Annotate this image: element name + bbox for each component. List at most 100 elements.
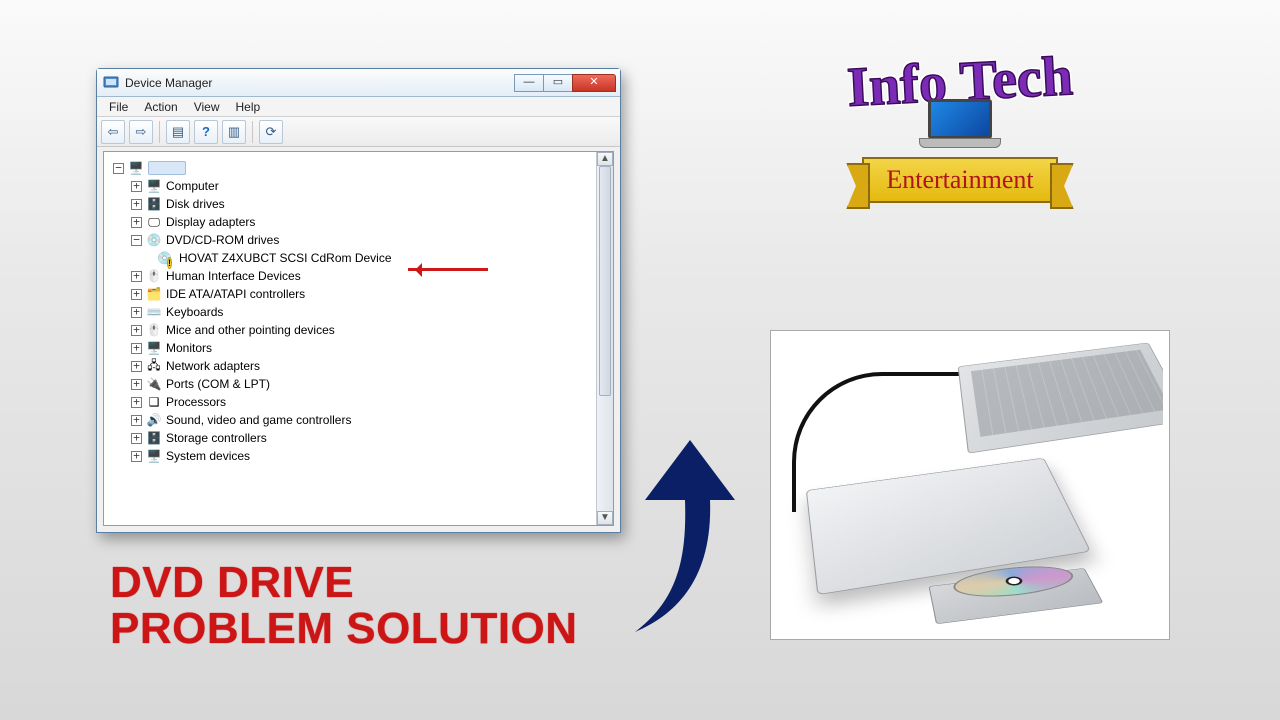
titlebar[interactable]: Device Manager — ▭ ✕ (97, 69, 620, 97)
scan-hardware-button[interactable]: ⟳ (259, 120, 283, 144)
minimize-button[interactable]: — (514, 74, 544, 92)
channel-logo: Info Tech Entertainment (800, 50, 1120, 240)
scroll-thumb[interactable] (599, 166, 611, 396)
tree-item-storage[interactable]: + 🗄️ Storage controllers (109, 429, 608, 447)
menu-action[interactable]: Action (136, 98, 185, 116)
tree-label: Mice and other pointing devices (166, 323, 335, 337)
vertical-scrollbar[interactable]: ▲ ▼ (596, 152, 613, 525)
disk-icon: 🗄️ (146, 196, 162, 212)
dvd-drive-photo (770, 330, 1170, 640)
toolbar: ⇦ ⇨ ▤ ? ▥ ⟳ (97, 117, 620, 147)
show-hidden-button[interactable]: ▤ (166, 120, 190, 144)
tree-item-disk-drives[interactable]: + 🗄️ Disk drives (109, 195, 608, 213)
tree-label: Sound, video and game controllers (166, 413, 351, 427)
tree-label: Monitors (166, 341, 212, 355)
expand-icon[interactable]: + (131, 397, 142, 408)
highlight-arrow-icon (408, 263, 498, 277)
toolbar-separator (252, 121, 253, 143)
scroll-up-button[interactable]: ▲ (597, 152, 613, 166)
cdrom-warning-icon: 💿 (159, 250, 175, 266)
tree-label: Processors (166, 395, 226, 409)
tree-root[interactable]: − 🖥️ (109, 159, 608, 177)
maximize-button[interactable]: ▭ (543, 74, 573, 92)
tree-label: Keyboards (166, 305, 223, 319)
headline-text: DVD DRIVE PROBLEM SOLUTION (110, 560, 578, 652)
computer-root-icon: 🖥️ (128, 160, 144, 176)
tree-item-dvd-drives[interactable]: − 💿 DVD/CD-ROM drives (109, 231, 608, 249)
tree-item-ports[interactable]: + 🔌 Ports (COM & LPT) (109, 375, 608, 393)
expand-icon[interactable]: + (131, 325, 142, 336)
expand-icon[interactable]: + (131, 289, 142, 300)
expand-icon[interactable]: + (131, 379, 142, 390)
back-button[interactable]: ⇦ (101, 120, 125, 144)
keyboard-icon: ⌨️ (146, 304, 162, 320)
menu-view[interactable]: View (186, 98, 228, 116)
tree-item-keyboards[interactable]: + ⌨️ Keyboards (109, 303, 608, 321)
cpu-icon: ❑ (146, 394, 162, 410)
expand-icon[interactable]: + (131, 433, 142, 444)
storage-icon: 🗄️ (146, 430, 162, 446)
sound-icon: 🔊 (146, 412, 162, 428)
ports-icon: 🔌 (146, 376, 162, 392)
tree-label: Display adapters (166, 215, 255, 229)
tree-item-mice[interactable]: + 🖱️ Mice and other pointing devices (109, 321, 608, 339)
tree-item-monitors[interactable]: + 🖥️ Monitors (109, 339, 608, 357)
expand-icon[interactable]: + (131, 199, 142, 210)
tree-item-computer[interactable]: + 🖥️ Computer (109, 177, 608, 195)
headline-line1: DVD DRIVE (110, 560, 578, 606)
tree-panel: − 🖥️ + 🖥️ Computer + 🗄️ Disk drives + 🖵 … (103, 151, 614, 526)
blue-arrow-icon (635, 440, 745, 640)
tree-item-sound[interactable]: + 🔊 Sound, video and game controllers (109, 411, 608, 429)
expand-icon[interactable]: + (131, 271, 142, 282)
tree-item-processors[interactable]: + ❑ Processors (109, 393, 608, 411)
help-button[interactable]: ? (194, 120, 218, 144)
tree-label: Computer (166, 179, 219, 193)
headline-line2: PROBLEM SOLUTION (110, 606, 578, 652)
tree-label: System devices (166, 449, 250, 463)
tree-label: DVD/CD-ROM drives (166, 233, 279, 247)
expand-icon[interactable]: + (131, 217, 142, 228)
display-icon: 🖵 (146, 214, 162, 230)
laptop-icon (919, 99, 1001, 151)
collapse-icon[interactable]: − (131, 235, 142, 246)
tree-label: Human Interface Devices (166, 269, 301, 283)
device-manager-icon (103, 75, 119, 91)
tree-label: Ports (COM & LPT) (166, 377, 270, 391)
close-button[interactable]: ✕ (572, 74, 616, 92)
tree-item-ide[interactable]: + 🗂️ IDE ATA/ATAPI controllers (109, 285, 608, 303)
menu-file[interactable]: File (101, 98, 136, 116)
expand-icon[interactable]: + (131, 451, 142, 462)
mouse-icon: 🖱️ (146, 322, 162, 338)
tree-label: Storage controllers (166, 431, 267, 445)
tree-label: HOVAT Z4XUBCT SCSI CdRom Device (179, 251, 392, 265)
tree-label: Network adapters (166, 359, 260, 373)
forward-button[interactable]: ⇨ (129, 120, 153, 144)
tree-item-system[interactable]: + 🖥️ System devices (109, 447, 608, 465)
expand-icon[interactable]: + (131, 181, 142, 192)
computer-icon: 🖥️ (146, 178, 162, 194)
tree-item-hid[interactable]: + 🖱️ Human Interface Devices (109, 267, 608, 285)
tree-item-display-adapters[interactable]: + 🖵 Display adapters (109, 213, 608, 231)
system-icon: 🖥️ (146, 448, 162, 464)
expand-icon[interactable]: + (131, 361, 142, 372)
logo-subtitle: Entertainment (862, 157, 1057, 203)
toolbar-separator (159, 121, 160, 143)
menu-bar: File Action View Help (97, 97, 620, 117)
tree-label: IDE ATA/ATAPI controllers (166, 287, 305, 301)
window-buttons: — ▭ ✕ (515, 74, 616, 92)
expand-icon[interactable]: + (131, 307, 142, 318)
tree-item-cdrom-device[interactable]: 💿 HOVAT Z4XUBCT SCSI CdRom Device (109, 249, 608, 267)
expand-icon[interactable]: + (131, 415, 142, 426)
scroll-down-button[interactable]: ▼ (597, 511, 613, 525)
properties-button[interactable]: ▥ (222, 120, 246, 144)
monitor-icon: 🖥️ (146, 340, 162, 356)
tree-label: Disk drives (166, 197, 225, 211)
tree-item-network[interactable]: + 🖧 Network adapters (109, 357, 608, 375)
window-title: Device Manager (125, 76, 515, 90)
device-tree[interactable]: − 🖥️ + 🖥️ Computer + 🗄️ Disk drives + 🖵 … (105, 153, 612, 524)
ide-icon: 🗂️ (146, 286, 162, 302)
collapse-icon[interactable]: − (113, 163, 124, 174)
menu-help[interactable]: Help (228, 98, 269, 116)
expand-icon[interactable]: + (131, 343, 142, 354)
laptop-corner-icon (958, 342, 1163, 453)
